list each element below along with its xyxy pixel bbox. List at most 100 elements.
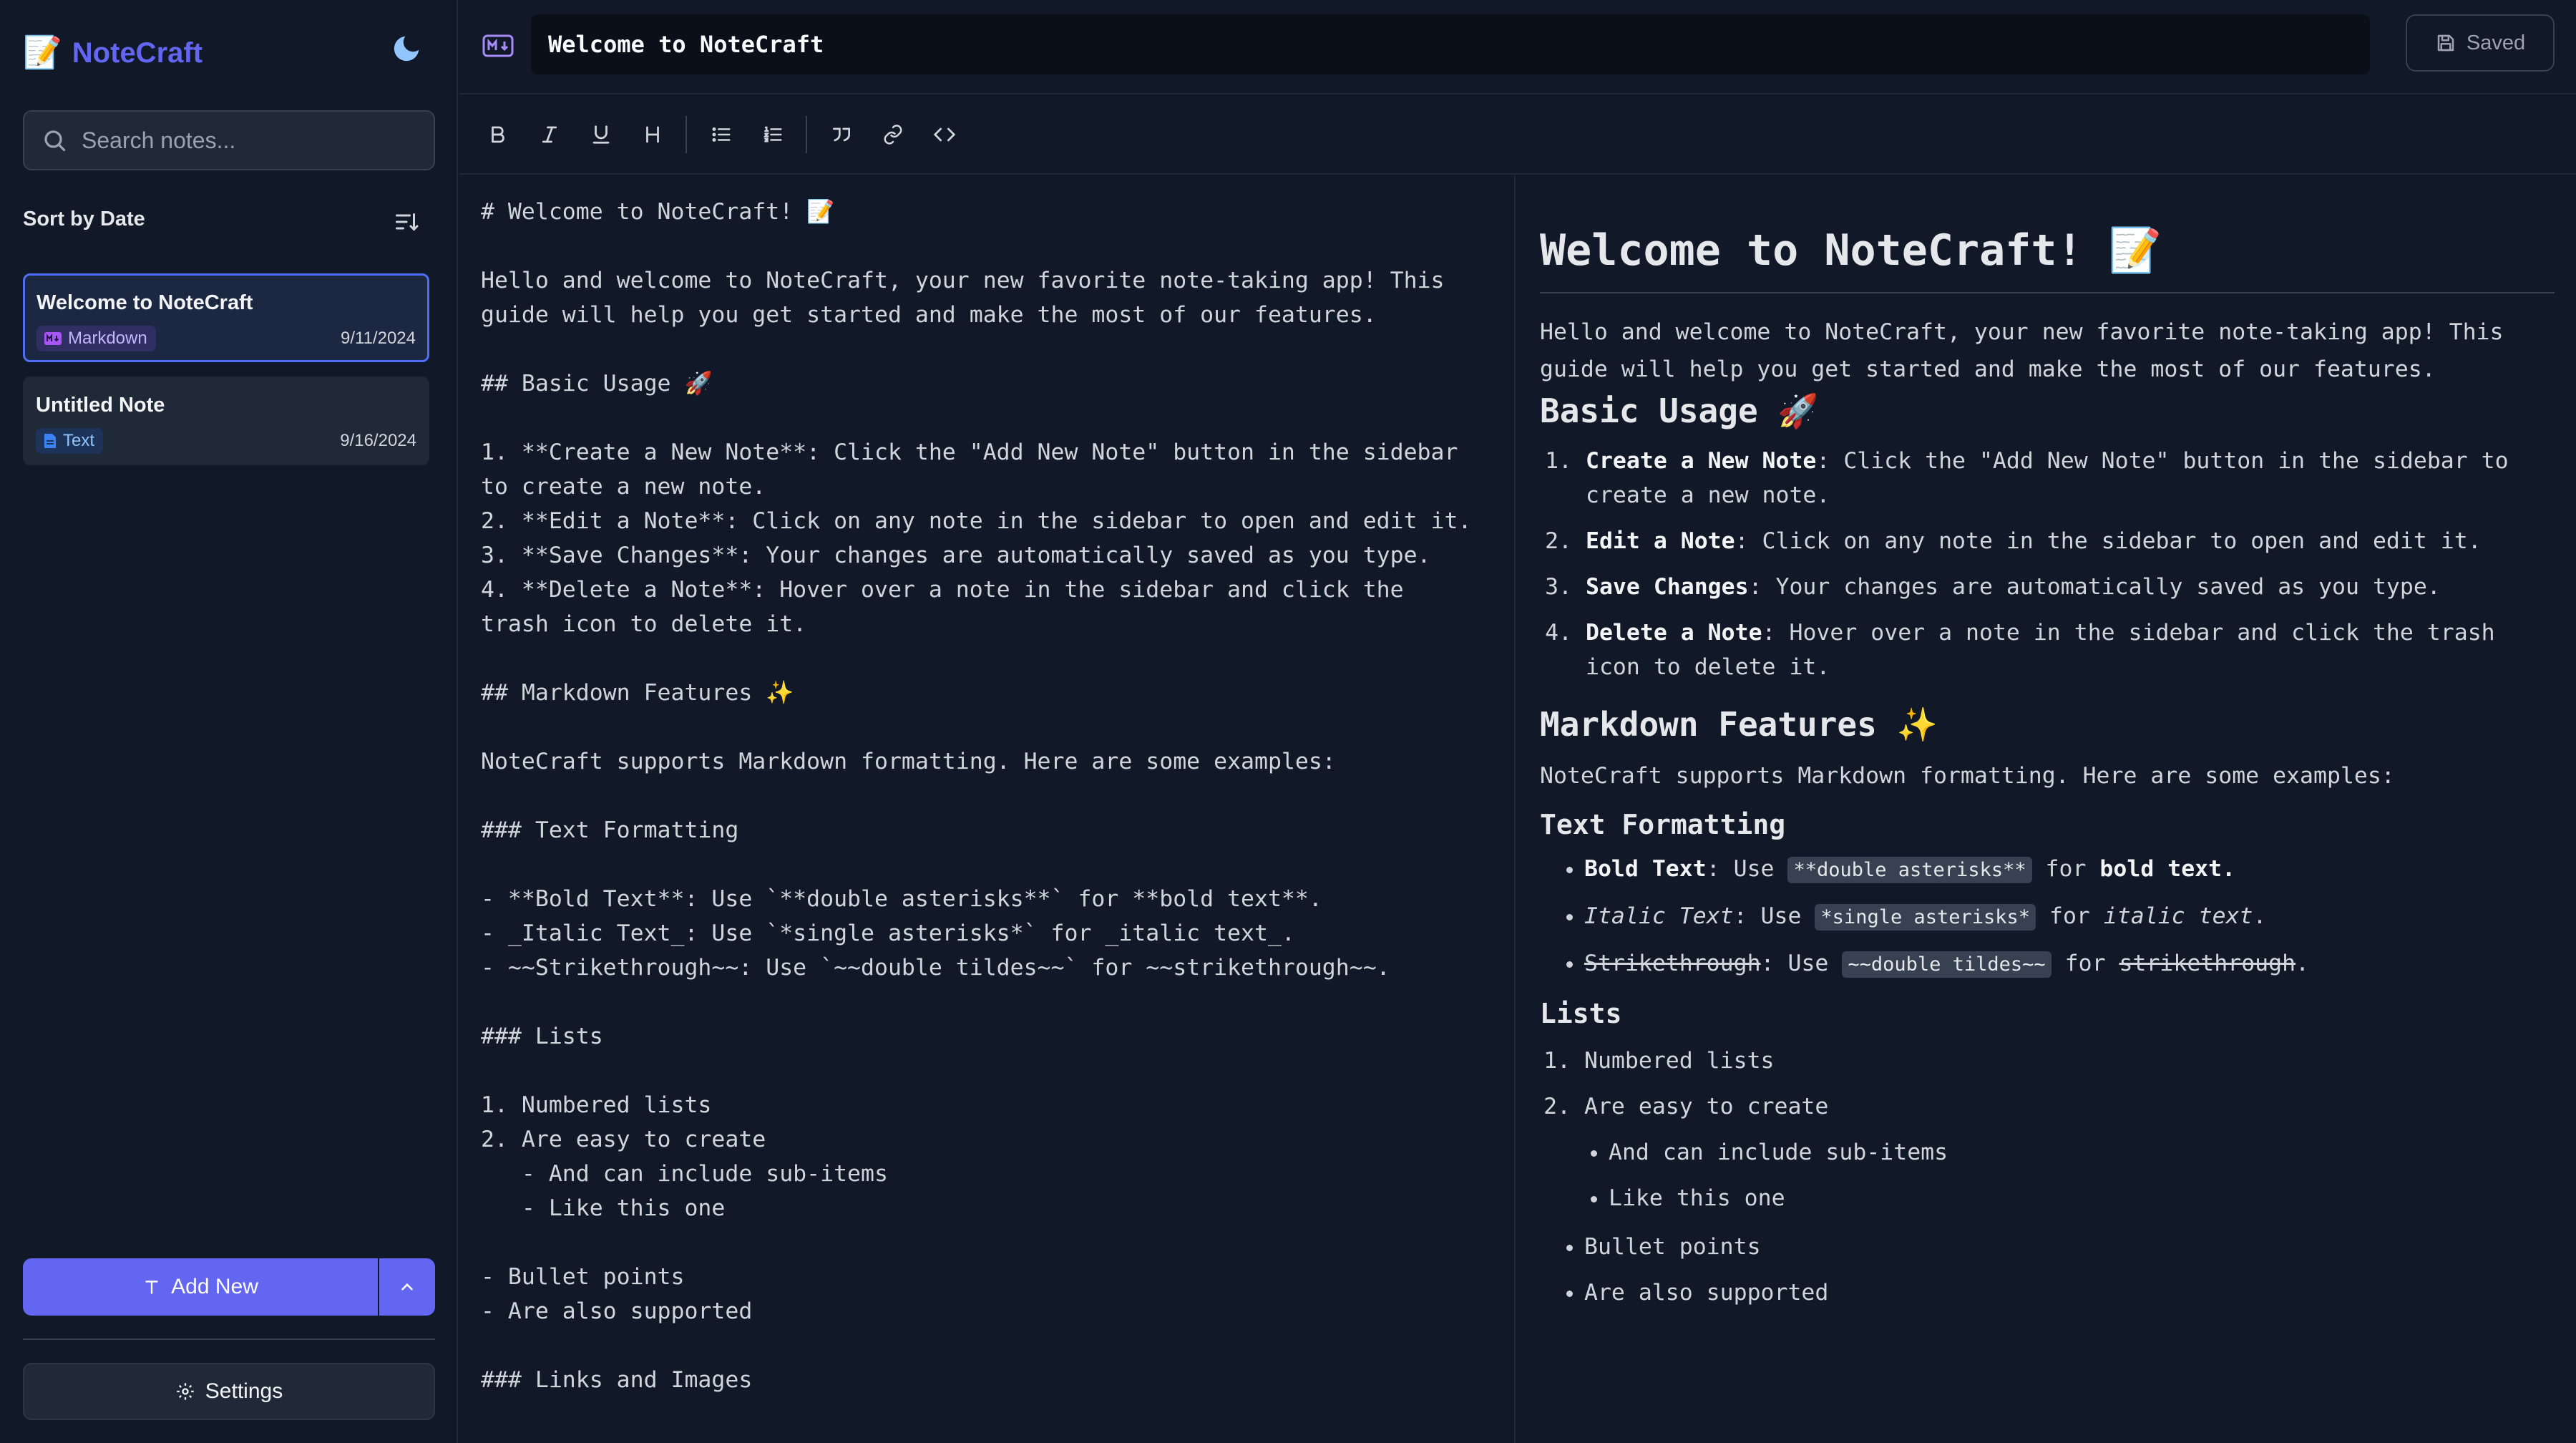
note-card[interactable]: Untitled Note Text 9/16/2024: [23, 376, 429, 465]
sidebar: 📝 NoteCraft Sort by Date Welcome to Note…: [0, 0, 458, 1443]
sort-icon: [396, 213, 419, 231]
quote-icon: [833, 127, 850, 142]
underline-button[interactable]: [584, 117, 618, 152]
brand: 📝 NoteCraft: [23, 31, 203, 74]
numbered-list-icon: [763, 126, 782, 142]
editor-line: ## Basic Usage 🚀: [481, 371, 713, 397]
theme-toggle-button[interactable]: [386, 29, 426, 69]
editor-line: - ~~Strikethrough~~: Use `~~double tilde…: [481, 955, 1390, 981]
italic-icon: [542, 126, 557, 143]
bullet-list: Bullet points Are also supported: [1540, 1230, 2555, 1310]
saved-label: Saved: [2466, 31, 2526, 54]
note-type-badge: Markdown: [36, 326, 156, 351]
text-type-icon: [145, 1281, 158, 1294]
editor-line: ### Links and Images: [481, 1367, 753, 1393]
editor-line: 3. **Save Changes**: Your changes are au…: [481, 543, 1431, 568]
inline-code: *single asterisks*: [1815, 904, 2036, 931]
editor-line: 1. Numbered lists: [481, 1092, 712, 1118]
format-toolbar: [459, 94, 2576, 175]
list-item: Like this one: [1609, 1181, 2555, 1215]
moon-icon: [394, 36, 419, 62]
code-button[interactable]: [927, 117, 962, 152]
markdown-mode-icon[interactable]: [481, 29, 515, 63]
search-box[interactable]: [23, 110, 435, 170]
underline-icon: [592, 125, 610, 144]
quote-button[interactable]: [824, 117, 859, 152]
inline-code: ~~double tildes~~: [1842, 951, 2051, 978]
editor-line: trash icon to delete it.: [481, 611, 807, 637]
heading-icon: [646, 126, 659, 143]
editor-line: 2. Are easy to create: [481, 1127, 766, 1152]
editor-line: to create a new note.: [481, 474, 766, 500]
markdown-icon: [482, 34, 514, 57]
note-date: 9/16/2024: [340, 431, 416, 450]
preview-h1: Welcome to NoteCraft! 📝: [1540, 222, 2555, 293]
sort-button[interactable]: [391, 206, 422, 238]
add-new-label: Add New: [171, 1275, 258, 1298]
sidebar-divider: [23, 1338, 435, 1340]
code-icon: [933, 127, 956, 142]
note-title: Welcome to NoteCraft: [36, 291, 253, 314]
gear-icon: [177, 1383, 194, 1400]
editor-line: - **Bold Text**: Use `**double asterisks…: [481, 886, 1322, 912]
preview-h3-lists: Lists: [1540, 998, 1622, 1029]
editor-line: 1. **Create a New Note**: Click the "Add…: [481, 439, 1458, 465]
note-type-label: Text: [63, 431, 95, 450]
editor-line: 4. **Delete a Note**: Hover over a note …: [481, 577, 1404, 603]
list-item: Italic Text: Use *single asterisks* for …: [1584, 899, 2555, 935]
editor-line: # Welcome to NoteCraft! 📝: [481, 199, 835, 225]
note-title-input[interactable]: [531, 14, 2370, 74]
note-type-label: Markdown: [68, 329, 147, 348]
markdown-preview: Welcome to NoteCraft! 📝 Hello and welcom…: [1517, 176, 2576, 1443]
add-new-group: Add New: [23, 1258, 435, 1316]
list-item: Bold Text: Use **double asterisks** for …: [1584, 852, 2555, 888]
note-type-badge: Text: [36, 428, 104, 454]
settings-label: Settings: [205, 1379, 283, 1403]
saved-status-button[interactable]: Saved: [2406, 14, 2555, 72]
numbered-list-button[interactable]: [756, 117, 790, 152]
add-new-button[interactable]: Add New: [23, 1258, 378, 1316]
note-card[interactable]: Welcome to NoteCraft Markdown 9/11/2024: [23, 273, 429, 362]
editor-line: ### Text Formatting: [481, 817, 739, 843]
bullet-list-button[interactable]: [704, 117, 738, 152]
bold-icon: [492, 126, 504, 143]
brand-name: NoteCraft: [72, 37, 203, 69]
toolbar-separator: [686, 116, 687, 153]
list-item: Numbered lists: [1584, 1044, 2555, 1078]
link-icon: [884, 125, 902, 145]
markdown-icon: [44, 332, 62, 345]
list-item: And can include sub-items: [1609, 1135, 2555, 1170]
list-item: Bullet points: [1584, 1230, 2555, 1264]
heading-button[interactable]: [635, 117, 670, 152]
note-title: Untitled Note: [36, 394, 165, 417]
search-input[interactable]: [80, 126, 419, 155]
editor-line: ### Lists: [481, 1024, 603, 1049]
editor-line: - _Italic Text_: Use `*single asterisks*…: [481, 920, 1295, 946]
list-item: Delete a Note: Hover over a note in the …: [1586, 616, 2555, 684]
settings-button[interactable]: Settings: [23, 1363, 435, 1420]
note-date: 9/11/2024: [341, 329, 416, 348]
bold-button[interactable]: [481, 117, 515, 152]
editor-line: - Bullet points: [481, 1264, 685, 1290]
italic-button[interactable]: [532, 117, 567, 152]
markdown-editor[interactable]: # Welcome to NoteCraft! 📝 Hello and welc…: [459, 176, 1516, 1443]
editor-line: guide will help you get started and make…: [481, 302, 1377, 328]
add-new-menu-button[interactable]: [379, 1258, 435, 1316]
list-item: Strikethrough: Use ~~double tildes~~ for…: [1584, 946, 2555, 982]
link-button[interactable]: [876, 117, 910, 152]
editor-header: Saved: [459, 0, 2576, 94]
preview-h2-markdown-features: Markdown Features ✨: [1540, 705, 1938, 744]
inline-code: **double asterisks**: [1787, 857, 2032, 883]
editor-line: Hello and welcome to NoteCraft, your new…: [481, 268, 1445, 293]
list-item: Save Changes: Your changes are automatic…: [1586, 570, 2555, 604]
